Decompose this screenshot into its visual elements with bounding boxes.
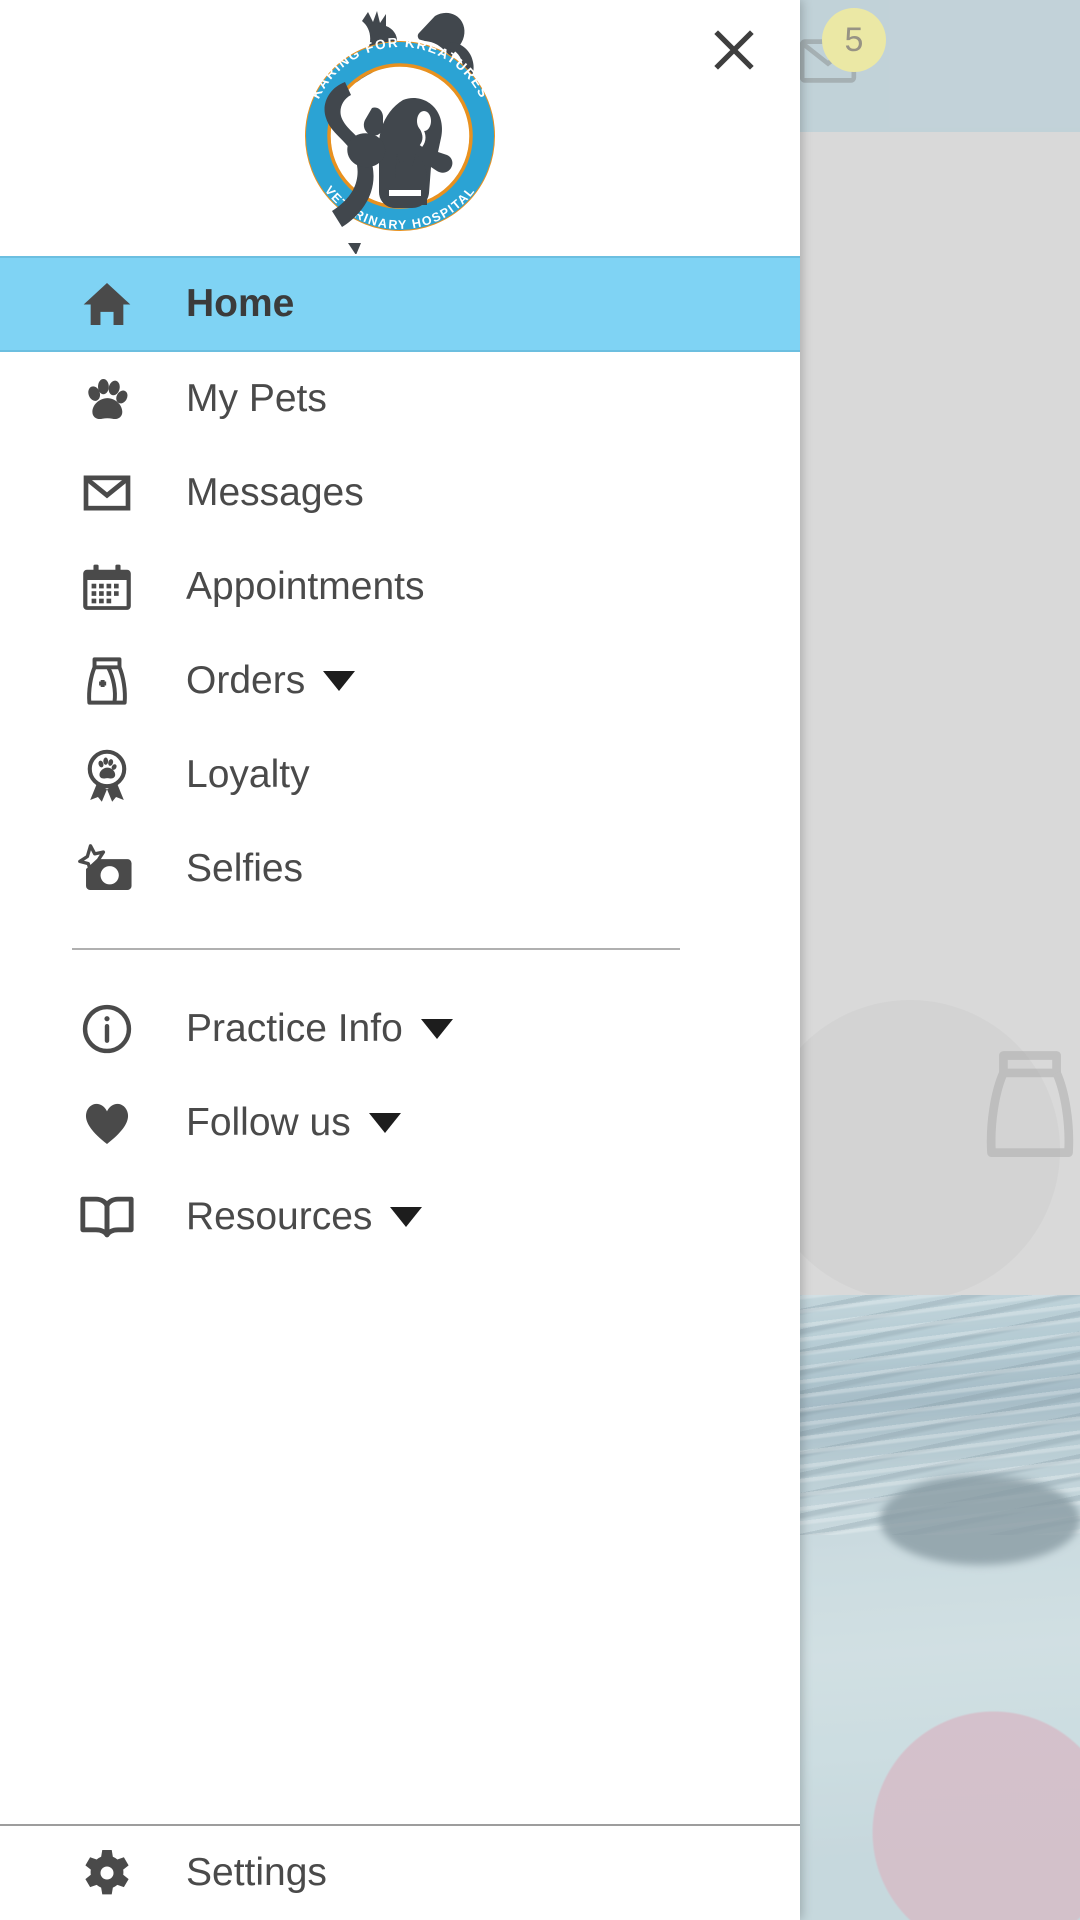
drawer-header: KARING FOR KREATURES VETERINARY HOSPITAL (0, 0, 800, 256)
camera-star-icon (72, 842, 142, 896)
karing-for-kreatures-veterinary-hospital-logo: KARING FOR KREATURES VETERINARY HOSPITAL (275, 4, 525, 254)
home-icon (72, 276, 142, 332)
menu-item-selfies[interactable]: Selfies (0, 822, 800, 916)
menu-label-my-pets: My Pets (186, 377, 327, 420)
menu-item-appointments[interactable]: Appointments (0, 540, 800, 634)
menu-label-orders: Orders (186, 659, 306, 702)
app-screen: 5 KARING FOR KREATURES VE RINARY HOSPITA… (0, 0, 1080, 1920)
drawer-footer: Settings (0, 1824, 800, 1920)
menu-item-resources[interactable]: Resources (0, 1170, 800, 1264)
menu-label-settings: Settings (186, 1851, 327, 1894)
menu-item-orders[interactable]: Orders (0, 634, 800, 728)
chevron-down-icon[interactable] (323, 671, 356, 691)
menu-item-loyalty[interactable]: Loyalty (0, 728, 800, 822)
book-icon (72, 1191, 142, 1243)
menu-item-practice-info[interactable]: Practice Info (0, 982, 800, 1076)
info-circle-icon (72, 1001, 142, 1057)
food-bag-icon (72, 654, 142, 708)
menu-label-resources: Resources (186, 1195, 373, 1238)
menu-item-settings[interactable]: Settings (0, 1826, 800, 1920)
menu-item-follow-us[interactable]: Follow us (0, 1076, 800, 1170)
chevron-down-icon[interactable] (368, 1113, 401, 1133)
drawer-menu: Home My Pets Messages Appointments Order… (0, 256, 800, 1824)
close-drawer-button[interactable] (692, 8, 776, 92)
section-divider (72, 948, 680, 950)
menu-item-messages[interactable]: Messages (0, 446, 800, 540)
menu-label-selfies: Selfies (186, 847, 304, 890)
navigation-drawer: KARING FOR KREATURES VETERINARY HOSPITAL (0, 0, 800, 1920)
chevron-down-icon[interactable] (390, 1207, 423, 1227)
menu-label-follow-us: Follow us (186, 1101, 351, 1144)
paw-icon (72, 372, 142, 426)
menu-label-practice-info: Practice Info (186, 1007, 403, 1050)
menu-item-my-pets[interactable]: My Pets (0, 352, 800, 446)
gear-icon (72, 1846, 142, 1900)
heart-icon (72, 1095, 142, 1151)
menu-item-home[interactable]: Home (0, 256, 800, 352)
menu-label-home: Home (186, 282, 295, 325)
close-icon (714, 30, 754, 70)
chevron-down-icon[interactable] (420, 1019, 453, 1039)
award-paw-icon (72, 747, 142, 803)
menu-label-appointments: Appointments (186, 565, 425, 608)
menu-label-loyalty: Loyalty (186, 753, 310, 796)
calendar-icon (72, 559, 142, 615)
envelope-icon (72, 465, 142, 521)
menu-label-messages: Messages (186, 471, 364, 514)
